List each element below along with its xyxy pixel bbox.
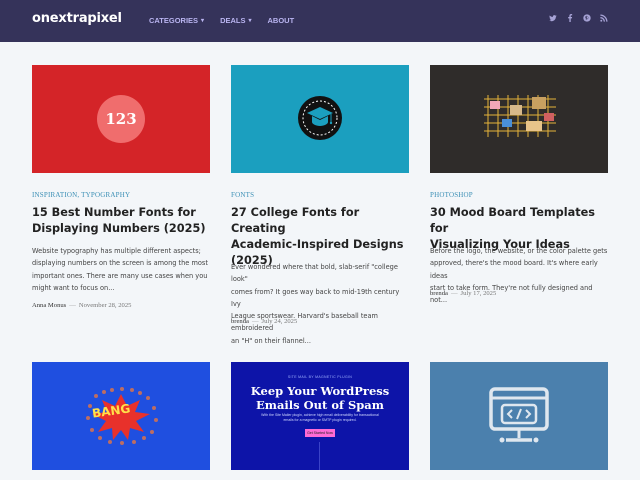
post-author[interactable]: brenda (430, 290, 448, 297)
meta-separator: — (450, 290, 458, 297)
post-title[interactable]: 15 Best Number Fonts for Displaying Numb… (32, 205, 210, 237)
post-excerpt-line: Ever wondered where that bold, slab-seri… (231, 263, 398, 284)
post-author[interactable]: brenda (231, 318, 249, 325)
pinterest-icon[interactable] (583, 14, 591, 24)
post-excerpt-line: Before the logo, the website, or the col… (430, 247, 608, 255)
post-excerpt: Website typography has multiple differen… (32, 245, 212, 294)
post-excerpt-line: comes from? It goes way back to mid-19th… (231, 287, 400, 308)
post-excerpt: Before the logo, the website, or the col… (430, 245, 610, 306)
post-excerpt: Ever wondered where that bold, slab-seri… (231, 261, 411, 347)
ad-headline: Keep Your WordPress Emails Out of Spam (250, 384, 390, 412)
post-category[interactable]: PHOTOSHOP (430, 191, 473, 199)
post-thumbnail[interactable] (231, 65, 409, 173)
post-date: November 28, 2025 (78, 302, 132, 309)
ad-tagline: SITE MAIL BY MAGNETIC PLUGIN (287, 375, 353, 379)
post-date: July 17, 2025 (460, 290, 497, 297)
post-card: BANG (32, 362, 210, 470)
post-title[interactable]: 27 College Fonts for Creating Academic-I… (231, 205, 409, 269)
post-meta: brenda — July 17, 2025 (430, 290, 496, 297)
post-excerpt-line: an "H" on their flannel... (231, 336, 311, 345)
post-title-line: Displaying Numbers (2025) (32, 222, 206, 235)
post-excerpt-line: important ones. There are many use cases… (32, 271, 208, 280)
social-links (549, 14, 608, 24)
post-thumbnail[interactable]: 123 (32, 65, 210, 173)
post-title-line: 27 College Fonts for Creating (231, 206, 360, 235)
meta-separator: — (69, 302, 76, 309)
post-card: 123 (32, 65, 210, 173)
graduation-cap-icon (298, 96, 342, 140)
post-card (231, 65, 409, 173)
main-nav: CATEGORIES ▾ DEALS ▾ ABOUT (149, 16, 310, 25)
post-excerpt-line: displaying numbers on the screen is amon… (32, 259, 208, 268)
post-excerpt-line: Website typography has multiple differen… (32, 247, 201, 255)
post-title-line: 15 Best Number Fonts for (32, 206, 196, 219)
post-author[interactable]: Anna Monus (32, 302, 66, 309)
mood-board-illustration (484, 95, 556, 137)
rss-icon[interactable] (600, 14, 608, 24)
post-excerpt-line: might want to focus on... (32, 283, 115, 292)
post-date: July 24, 2025 (261, 318, 298, 325)
twitter-icon[interactable] (549, 14, 557, 24)
post-meta: brenda — July 24, 2025 (231, 318, 297, 325)
ad-cta-button[interactable]: Get Started Now (305, 429, 335, 437)
numbers-badge: 123 (97, 95, 145, 143)
post-card (430, 362, 608, 470)
nav-about[interactable]: ABOUT (268, 16, 295, 25)
numbers-badge-text: 123 (105, 110, 137, 128)
post-thumbnail[interactable] (430, 362, 608, 470)
post-excerpt-line: approved, there's the mood board. It's w… (430, 259, 598, 280)
post-card: SITE MAIL BY MAGNETIC PLUGIN Keep Your W… (231, 362, 409, 470)
post-title-line: 30 Mood Board Templates for (430, 206, 596, 235)
nav-categories[interactable]: CATEGORIES ▾ (149, 16, 204, 25)
top-navigation-bar: onextrapixel CATEGORIES ▾ DEALS ▾ ABOUT (0, 0, 640, 42)
post-category[interactable]: INSPIRATION, TYPOGRAPHY (32, 191, 130, 199)
post-meta: Anna Monus — November 28, 2025 (32, 302, 131, 309)
nav-categories-label: CATEGORIES (149, 16, 199, 25)
post-category[interactable]: FONTS (231, 191, 254, 199)
post-thumbnail[interactable]: BANG (32, 362, 210, 470)
chevron-down-icon: ▾ (201, 18, 205, 24)
post-thumbnail[interactable] (430, 65, 608, 173)
post-thumbnail[interactable]: SITE MAIL BY MAGNETIC PLUGIN Keep Your W… (231, 362, 409, 470)
post-title-line: Academic-Inspired Designs (231, 238, 404, 251)
post-card (430, 65, 608, 173)
facebook-icon[interactable] (566, 14, 574, 24)
meta-separator: — (251, 318, 259, 325)
ad-subtext: With the Site Mailer plugin, achieve hig… (261, 413, 379, 422)
decorative-line (319, 442, 320, 470)
nav-deals-label: DEALS (220, 16, 246, 25)
chevron-down-icon: ▾ (248, 18, 252, 24)
code-monitor-icon (489, 387, 549, 443)
nav-about-label: ABOUT (267, 16, 295, 25)
site-logo[interactable]: onextrapixel (32, 11, 122, 26)
nav-deals[interactable]: DEALS ▾ (220, 16, 251, 25)
